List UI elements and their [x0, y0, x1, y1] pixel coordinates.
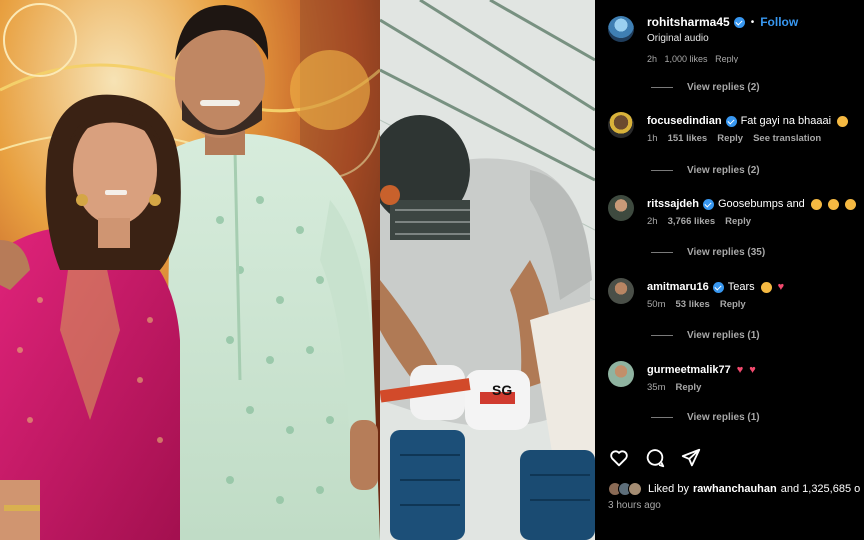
reply-button[interactable]: Reply: [715, 54, 738, 63]
emoji-face-icon: [760, 281, 772, 293]
comment-item: focusedindian Fat gayi na bhaaai 1h 151 …: [608, 112, 858, 152]
comment-meta: 1h 151 likes Reply See translation: [647, 133, 821, 144]
view-replies-label: View replies (1): [687, 330, 760, 341]
comment-meta: 2h 3,766 likes Reply: [647, 216, 751, 227]
comment-content: gurmeetmalik77 ♥ ♥: [647, 364, 756, 376]
liker-avatar: [628, 482, 642, 496]
couple-photo-illustration: [0, 0, 380, 540]
comment-bubble-icon[interactable]: [644, 447, 666, 469]
partially-visible-comment-meta: 2h 1,000 likes Reply: [647, 54, 738, 63]
heart-emoji-icon: ♥: [736, 364, 744, 376]
commenter-username[interactable]: amitmaru16: [647, 281, 709, 293]
audio-label[interactable]: Original audio: [647, 33, 709, 44]
follow-button[interactable]: Follow: [760, 15, 798, 29]
emoji-face-icon: [810, 198, 822, 210]
author-avatar[interactable]: [608, 16, 634, 42]
reply-button[interactable]: Reply: [717, 133, 743, 144]
comment-time: 2h: [647, 54, 658, 63]
heart-outline-icon[interactable]: [608, 447, 630, 469]
comment-likes[interactable]: 53 likes: [675, 299, 709, 310]
view-replies-button[interactable]: View replies (2): [651, 82, 760, 93]
heart-emoji-icon: ♥: [749, 364, 756, 376]
commenter-avatar[interactable]: [608, 278, 634, 304]
verified-badge-icon: [733, 16, 745, 28]
comment-item: gurmeetmalik77 ♥ ♥ 35m Reply: [608, 361, 858, 401]
verified-badge-icon: [702, 198, 714, 210]
verified-badge-icon: [712, 281, 724, 293]
view-replies-label: View replies (2): [687, 165, 760, 176]
commenter-username[interactable]: focusedindian: [647, 115, 722, 127]
reply-button[interactable]: Reply: [720, 299, 746, 310]
comment-item: ritssajdeh Goosebumps and 2h 3,766 likes…: [608, 195, 858, 235]
view-replies-label: View replies (2): [687, 82, 760, 93]
author-username[interactable]: rohitsharma45: [647, 15, 730, 29]
post-photo-couple: [0, 0, 380, 540]
cricketer-photo-illustration: SG: [380, 0, 595, 540]
comment-meta: 35m Reply: [647, 382, 701, 393]
commenter-avatar[interactable]: [608, 195, 634, 221]
liked-by-row: Liked by rawhanchauhan and 1,325,685 o: [608, 482, 860, 496]
post-photo-cricketer: SG: [380, 0, 595, 540]
commenter-avatar[interactable]: [608, 361, 634, 387]
liker-avatars[interactable]: [608, 482, 642, 496]
comment-time: 1h: [647, 133, 658, 144]
post-actions: [608, 447, 702, 469]
view-replies-label: View replies (35): [687, 247, 766, 258]
commenter-avatar[interactable]: [608, 112, 634, 138]
reply-button[interactable]: Reply: [725, 216, 751, 227]
view-replies-button[interactable]: View replies (35): [651, 247, 765, 258]
comment-time: 2h: [647, 216, 658, 227]
view-replies-button[interactable]: View replies (1): [651, 330, 760, 341]
comment-text: Fat gayi na bhaaai: [740, 115, 832, 127]
comment-content: focusedindian Fat gayi na bhaaai: [647, 115, 849, 127]
emoji-face-icon: [827, 198, 839, 210]
separator-dot: •: [750, 16, 755, 28]
svg-text:SG: SG: [492, 382, 512, 398]
view-replies-label: View replies (1): [687, 412, 760, 423]
verified-badge-icon: [725, 115, 737, 127]
reply-divider-line: [651, 252, 673, 253]
comments-panel: rohitsharma45 • Follow Original audio 2h…: [595, 0, 864, 540]
liked-by-count[interactable]: and 1,325,685 o: [781, 483, 861, 495]
comment-meta: 50m 53 likes Reply: [647, 299, 746, 310]
commenter-username[interactable]: ritssajdeh: [647, 198, 699, 210]
comment-text: Tears: [727, 281, 755, 293]
comment-likes[interactable]: 1,000 likes: [665, 54, 708, 63]
comment-likes[interactable]: 151 likes: [668, 133, 708, 144]
liked-by-prefix: Liked by: [648, 483, 689, 495]
post-header: rohitsharma45 • Follow Original audio: [595, 0, 864, 52]
emoji-face-icon: [844, 198, 856, 210]
paper-plane-icon[interactable]: [680, 447, 702, 469]
liked-by-username[interactable]: rawhanchauhan: [693, 483, 777, 495]
heart-emoji-icon: ♥: [777, 281, 785, 293]
view-replies-button[interactable]: View replies (1): [651, 412, 760, 423]
comment-time: 35m: [647, 382, 666, 393]
reply-divider-line: [651, 87, 673, 88]
comment-content: amitmaru16 Tears ♥: [647, 281, 784, 293]
comment-likes[interactable]: 3,766 likes: [668, 216, 716, 227]
view-replies-button[interactable]: View replies (2): [651, 165, 760, 176]
emoji-face-icon: [837, 115, 849, 127]
commenter-username[interactable]: gurmeetmalik77: [647, 364, 731, 376]
comment-item: amitmaru16 Tears ♥ 50m 53 likes Reply: [608, 278, 858, 318]
reply-divider-line: [651, 417, 673, 418]
reply-divider-line: [651, 335, 673, 336]
post-time-ago: 3 hours ago: [608, 500, 661, 511]
reply-divider-line: [651, 170, 673, 171]
author-row: rohitsharma45 • Follow: [647, 15, 798, 29]
reply-button[interactable]: Reply: [675, 382, 701, 393]
see-translation-button[interactable]: See translation: [753, 133, 821, 144]
comment-content: ritssajdeh Goosebumps and: [647, 198, 856, 210]
comment-time: 50m: [647, 299, 666, 310]
comment-text: Goosebumps and: [717, 198, 805, 210]
